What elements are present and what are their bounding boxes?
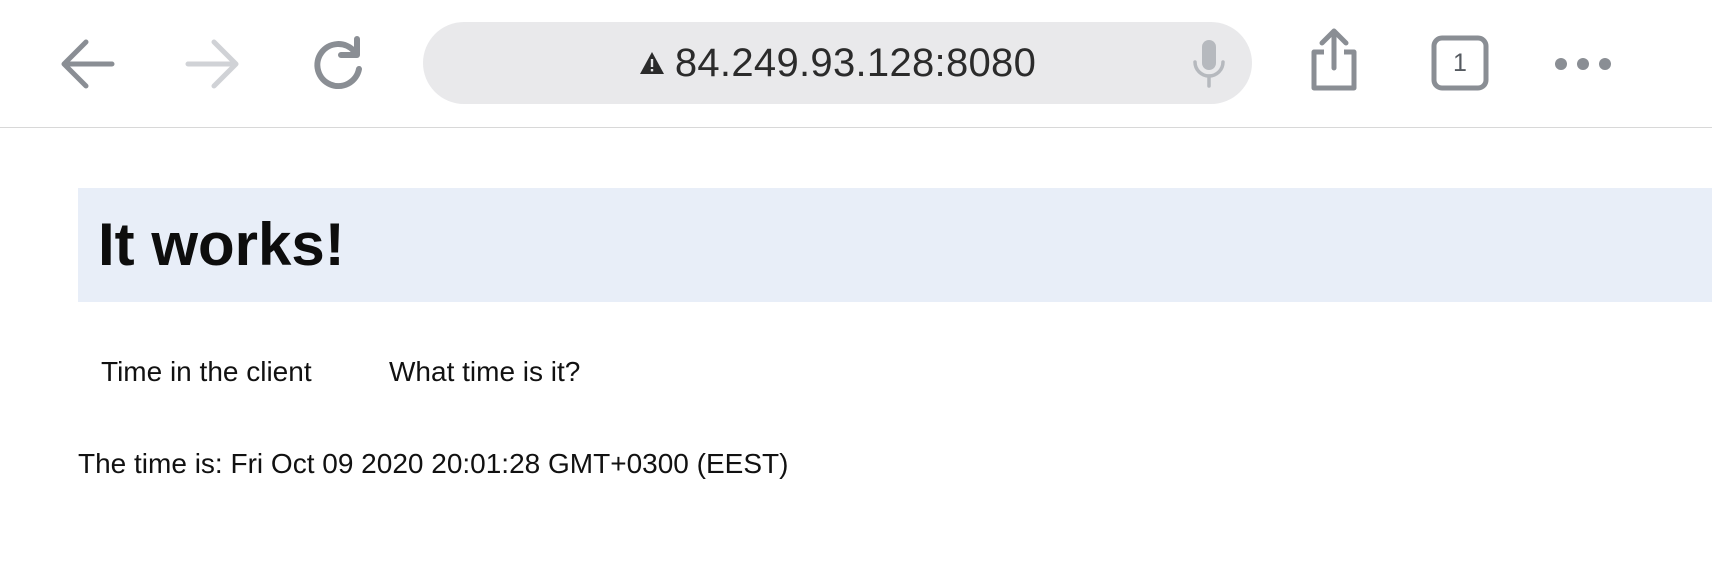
forward-button[interactable] — [182, 36, 242, 92]
address-bar[interactable]: 84.249.93.128:8080 — [423, 22, 1252, 104]
more-button[interactable] — [1551, 46, 1615, 82]
more-dots-icon — [1555, 58, 1611, 70]
reload-icon — [314, 36, 362, 90]
warning-triangle-icon — [639, 52, 664, 74]
browser-toolbar: 84.249.93.128:8080 1 — [0, 0, 1712, 128]
share-button[interactable] — [1306, 28, 1362, 92]
time-in-client-button[interactable]: Time in the client — [101, 356, 312, 388]
forward-arrow-icon — [185, 39, 239, 89]
reload-button[interactable] — [308, 34, 368, 94]
page-title: It works! — [98, 211, 345, 278]
time-output: The time is: Fri Oct 09 2020 20:01:28 GM… — [78, 448, 789, 479]
share-icon — [1311, 28, 1357, 91]
page-content: It works! Time in the client What time i… — [0, 128, 1712, 563]
back-button[interactable] — [58, 36, 118, 92]
tabs-button[interactable]: 1 — [1430, 34, 1490, 92]
back-arrow-icon — [61, 39, 115, 89]
url-text: 84.249.93.128:8080 — [674, 40, 1037, 85]
what-time-button[interactable]: What time is it? — [389, 356, 580, 388]
heading-banner: It works! — [78, 188, 1712, 302]
tab-count: 1 — [1453, 48, 1467, 77]
microphone-icon[interactable] — [1190, 38, 1228, 90]
